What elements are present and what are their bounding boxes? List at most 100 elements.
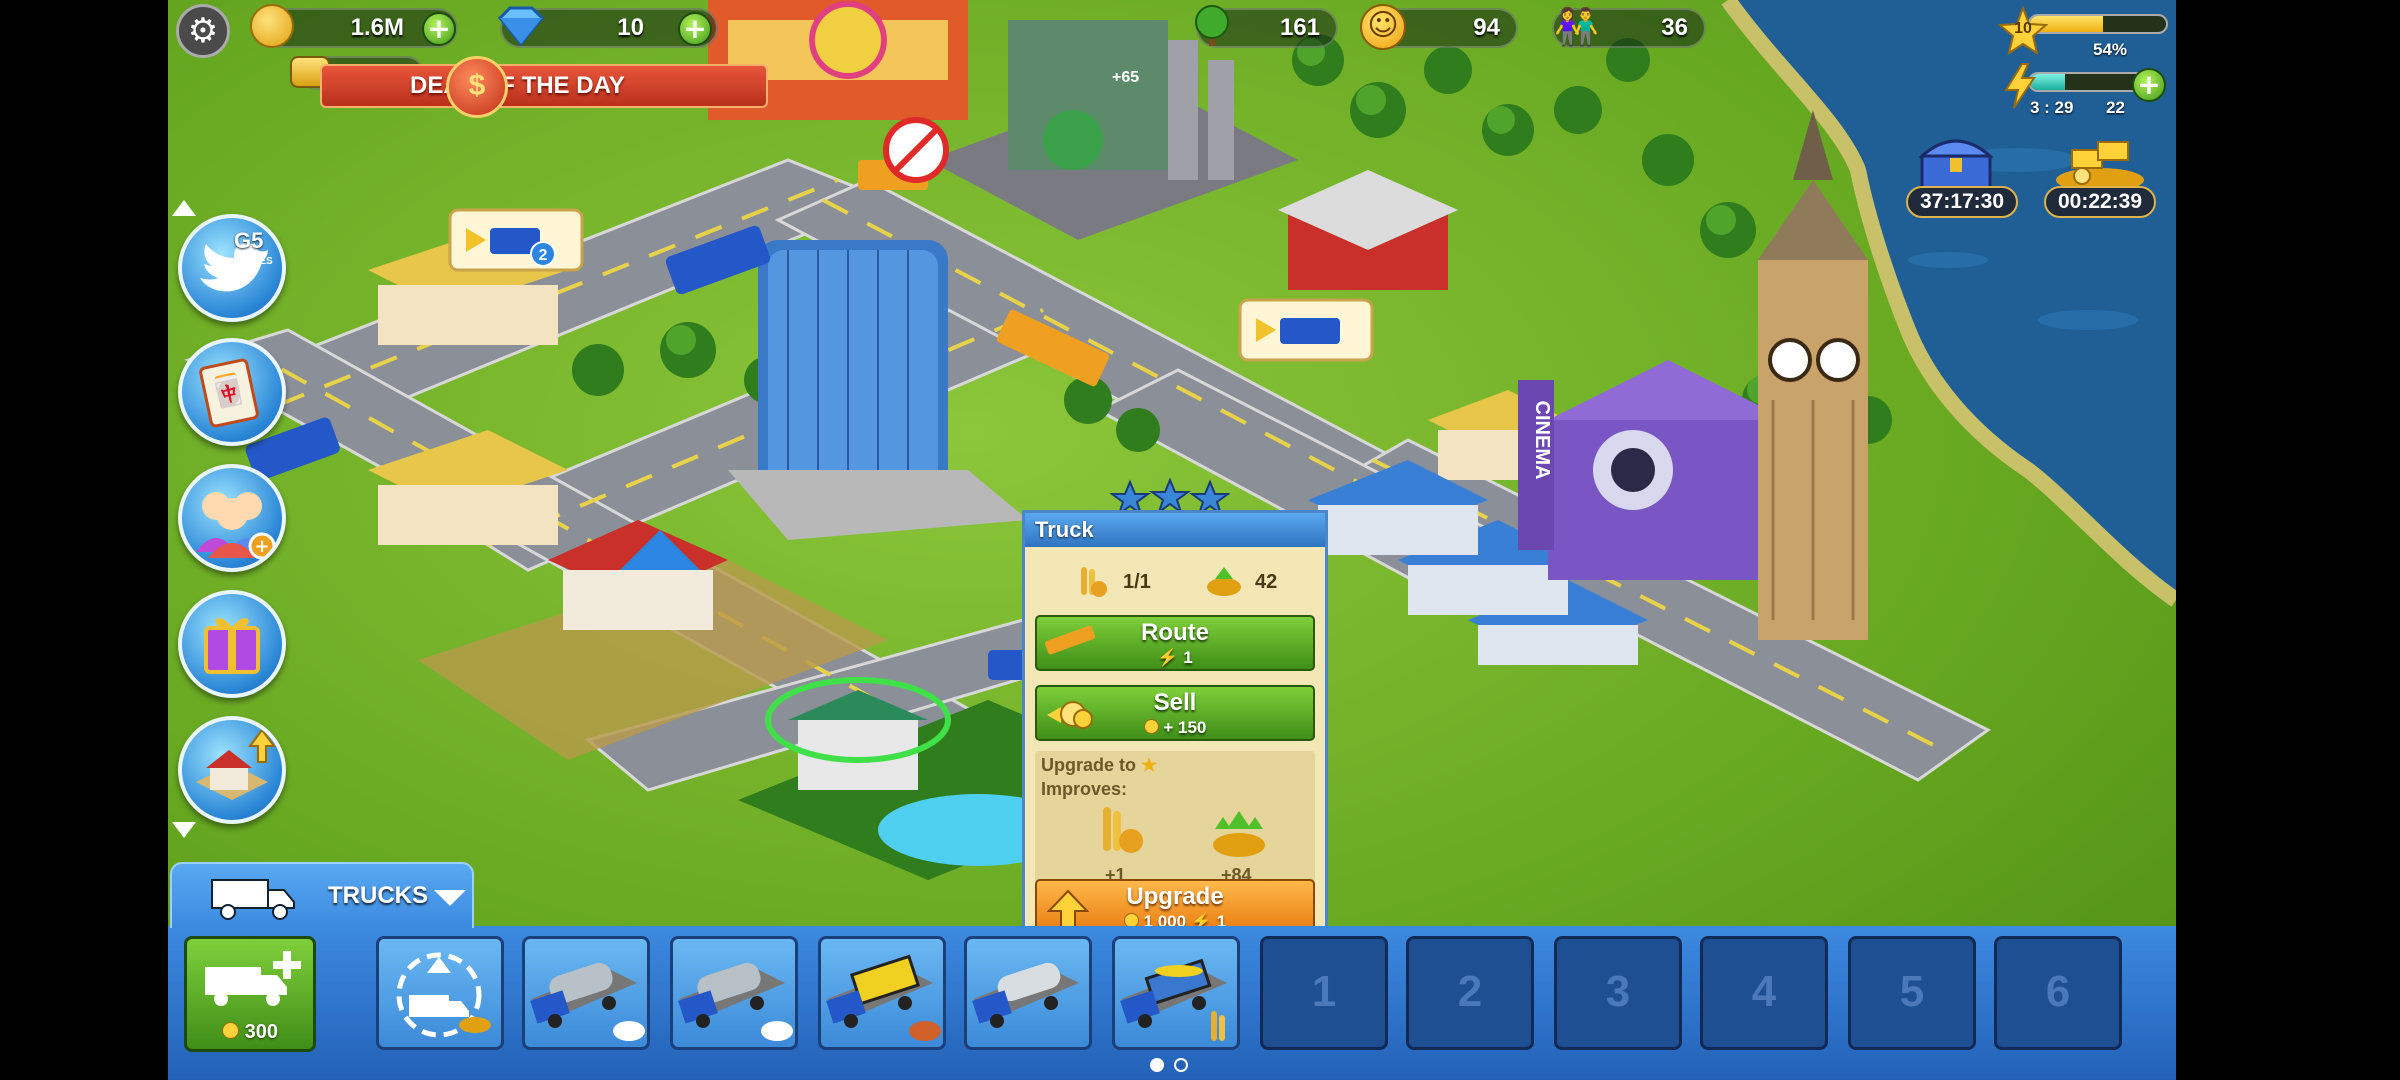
friends-button[interactable]: + <box>178 464 286 572</box>
xp-bar <box>2028 14 2168 34</box>
improve-income-icon <box>1211 807 1267 859</box>
chevron-down-icon[interactable] <box>434 890 466 906</box>
deal-label: DEAL OF THE DAY <box>410 72 625 99</box>
slot-number: 5 <box>1899 967 1925 1016</box>
build-button[interactable] <box>178 716 286 824</box>
truck-icon <box>208 874 298 922</box>
population-icon: 👫 <box>1554 7 1599 48</box>
buy-price: 300 <box>187 1021 313 1044</box>
gold-pile-icon[interactable] <box>2052 132 2148 192</box>
upgrade-star-icon: ★ <box>1141 755 1158 775</box>
g5-sub: GAMES <box>236 256 273 267</box>
settings-icon[interactable]: ⚙ <box>176 4 230 58</box>
gems-value: 10 <box>617 14 644 41</box>
slot-number: 2 <box>1457 967 1483 1016</box>
add-coins-button[interactable]: + <box>422 12 456 46</box>
add-energy-button[interactable]: + <box>2132 68 2166 102</box>
depot-button[interactable] <box>376 936 504 1050</box>
buy-truck-button[interactable]: 300 <box>184 936 316 1052</box>
improve-capacity-icon <box>1091 803 1147 859</box>
empty-slot[interactable]: 3 <box>1554 936 1682 1050</box>
slot-number: 1 <box>1311 967 1337 1016</box>
tab-label: TRUCKS <box>328 882 428 909</box>
vehicle-slot-3[interactable] <box>818 936 946 1050</box>
coins-icon <box>250 4 294 48</box>
income-value: 42 <box>1255 571 1278 593</box>
buy-price-value: 300 <box>244 1021 278 1043</box>
truck-popup: Truck 1/1 42 Route ⚡ 1 Sell + 150 Upgrad… <box>1022 510 1328 940</box>
milk-truck-icon <box>972 962 1079 1028</box>
coin-icon <box>222 1022 240 1039</box>
mahjong-tile-icon: 🀄 <box>198 357 260 429</box>
popup-title: Truck <box>1025 513 1325 547</box>
level-star-icon[interactable]: 10 <box>1997 5 2049 56</box>
chest-timer: 37:17:30 <box>1906 186 2018 218</box>
capacity-icon <box>1073 563 1109 599</box>
energy-cost-icon: ⚡ <box>1157 648 1179 667</box>
dump-truck-icon <box>826 954 941 1041</box>
factory-bonus: +65 <box>1112 69 1139 86</box>
upgrade-heading: Upgrade to ★ <box>1041 755 1157 776</box>
slot-number: 4 <box>1751 967 1777 1016</box>
empty-slot[interactable]: 4 <box>1700 936 1828 1050</box>
sell-button[interactable]: Sell + 150 <box>1035 685 1315 741</box>
mahjong-ad-button[interactable]: 🀄 <box>178 338 286 446</box>
add-truck-icon <box>201 951 305 1011</box>
vehicle-slot-4[interactable] <box>964 936 1092 1050</box>
add-gems-button[interactable]: + <box>678 12 712 46</box>
tanker-truck-icon <box>678 962 793 1041</box>
twitter-bird-icon <box>200 243 268 292</box>
scroll-up-icon[interactable] <box>172 200 196 216</box>
g5-games-button[interactable]: G5 GAMES <box>178 214 286 322</box>
treasure-chest-icon[interactable] <box>1916 132 1996 192</box>
empty-slot[interactable]: 1 <box>1260 936 1388 1050</box>
happiness-value: 94 <box>1473 14 1500 41</box>
upgrade-heading-text: Upgrade to <box>1041 755 1137 775</box>
deal-of-the-day-banner[interactable]: DEAL OF THE DAY <box>320 64 768 108</box>
depot-icon <box>396 952 491 1038</box>
route-cost: ⚡ 1 <box>1037 649 1313 667</box>
route-button[interactable]: Route ⚡ 1 <box>1035 615 1315 671</box>
gold-timer: 00:22:39 <box>2044 186 2156 218</box>
house-upgrade-icon <box>196 728 276 800</box>
vehicle-slot-5-selected[interactable] <box>1112 936 1240 1050</box>
g5-badge: G5 <box>234 228 264 253</box>
coin-icon <box>1143 719 1159 734</box>
gift-button[interactable] <box>178 590 286 698</box>
empty-slot[interactable]: 6 <box>1994 936 2122 1050</box>
empty-slot[interactable]: 2 <box>1406 936 1534 1050</box>
vehicle-slot-1[interactable] <box>522 936 650 1050</box>
tree-icon <box>1190 4 1234 48</box>
ecology-value: 161 <box>1279 14 1320 41</box>
energy-bar <box>2028 72 2148 92</box>
vehicle-slot-2[interactable] <box>670 936 798 1050</box>
capacity-value: 1/1 <box>1123 571 1151 593</box>
page-dot-2[interactable] <box>1174 1058 1188 1072</box>
diamond-icon <box>494 6 548 47</box>
trucks-tab[interactable]: TRUCKS <box>170 862 474 928</box>
scroll-down-icon[interactable] <box>172 822 196 838</box>
level-value: 10 <box>2014 20 2032 37</box>
population-value: 36 <box>1661 14 1688 41</box>
sell-value-text: + 150 <box>1163 718 1207 737</box>
friends-icon: + <box>196 492 276 560</box>
xp-percent: 54% <box>2092 40 2128 59</box>
delivery-count: 2 <box>539 247 548 264</box>
upgrade-arrow-icon <box>1046 889 1090 929</box>
slot-number: 3 <box>1605 967 1631 1016</box>
coins-value: 1.6M <box>350 14 404 41</box>
slot-number: 6 <box>2045 967 2071 1016</box>
empty-slot[interactable]: 5 <box>1848 936 1976 1050</box>
deal-badge-icon: $ <box>446 56 508 118</box>
route-cost-value: 1 <box>1183 648 1193 667</box>
grain-truck-icon <box>1120 958 1227 1041</box>
smiley-icon: ☺ <box>1360 4 1406 50</box>
tanker-truck-icon <box>530 962 645 1041</box>
improves-label: Improves: <box>1041 779 1128 799</box>
page-dot-1[interactable] <box>1150 1058 1164 1072</box>
energy-count: 22 <box>2106 98 2125 117</box>
sell-coins-icon <box>1045 697 1093 731</box>
svg-text:+: + <box>254 536 269 557</box>
energy-timer: 3 : 29 <box>2030 98 2074 117</box>
income-icon <box>1205 565 1243 597</box>
